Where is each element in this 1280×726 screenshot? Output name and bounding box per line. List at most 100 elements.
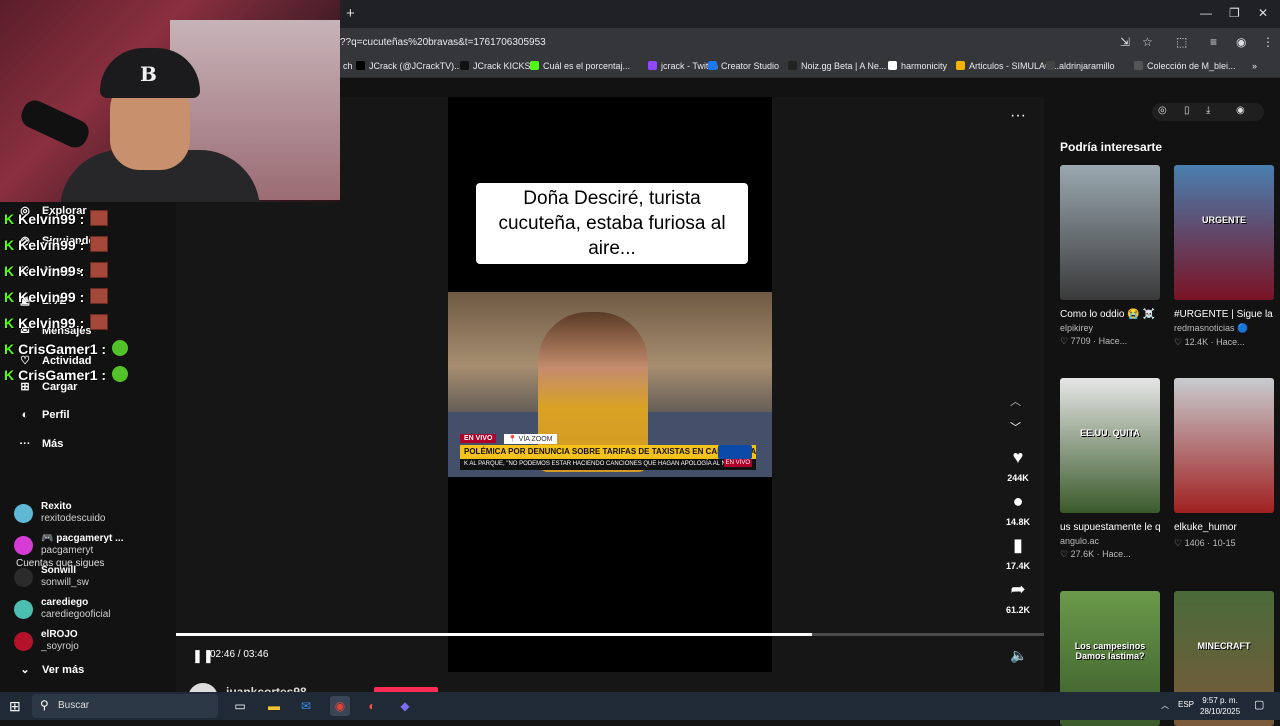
bookmark-item[interactable]: Creator Studio xyxy=(708,61,779,71)
thumbnail-text: EE.UU. QUITA xyxy=(1080,428,1140,438)
emote-icon xyxy=(112,366,129,382)
avatar xyxy=(14,504,33,523)
bookmark-favicon-icon xyxy=(888,61,897,70)
install-icon[interactable]: ⇲ xyxy=(1120,35,1130,49)
windows-start-icon[interactable]: ⊞ xyxy=(9,698,21,715)
chrome-icon[interactable]: ◉ xyxy=(330,696,350,716)
chat-username: Kelvin99 : xyxy=(18,237,85,253)
bookmarks-overflow-button[interactable]: » xyxy=(1252,61,1257,71)
bookmark-item[interactable]: JCrack (@JCrackTV)... xyxy=(356,61,462,71)
bookmark-item[interactable]: Cuál es el porcentaj... xyxy=(530,61,630,71)
tray-chevron-icon[interactable]: ︿ xyxy=(1161,700,1169,711)
card-title: us supuestamente le quita la ayuda a... xyxy=(1060,522,1160,533)
card-stats: ♡ 12.4K · Hace... xyxy=(1174,337,1245,347)
comment-icon: ● xyxy=(1012,491,1024,511)
menu-icon[interactable]: ⋮ xyxy=(1262,35,1274,49)
emote-icon xyxy=(90,314,109,330)
chat-username: Kelvin99 : xyxy=(18,289,85,305)
comment-button[interactable]: ● 14.8K xyxy=(994,491,1042,530)
share-count: 61.2K xyxy=(1005,605,1031,615)
bookmark-label: JCrack (@JCrackTV)... xyxy=(369,61,462,71)
chat-message: K Kelvin99 : xyxy=(4,236,109,260)
sidebar-item-más[interactable]: ··· Más xyxy=(18,438,64,450)
like-button[interactable]: ♥ 244K xyxy=(994,447,1042,486)
account-handle: sonwill_sw xyxy=(41,577,89,588)
discord-icon[interactable]: ◆ xyxy=(395,696,415,716)
outlook-icon[interactable]: ✉ xyxy=(296,696,316,716)
notifications-icon[interactable]: ▢ xyxy=(1254,698,1264,711)
followed-account[interactable]: Sonwill sonwill_sw xyxy=(14,565,174,593)
sidebar-item-perfil[interactable]: ◐ Perfil xyxy=(18,409,70,421)
thumbnail-text: Los campesinos Damos lastima? xyxy=(1074,641,1146,661)
bookmark-item[interactable]: Colección de M_blei... xyxy=(1134,61,1236,71)
device-icon[interactable]: ▯ xyxy=(1184,105,1190,116)
next-video-icon[interactable]: ﹀ xyxy=(1010,419,1021,435)
card-title: #URGENTE | Sigue la tensión en el Carib.… xyxy=(1174,309,1274,320)
chat-username: Kelvin99 : xyxy=(18,211,85,227)
video-thumbnail[interactable]: EE.UU. QUITA xyxy=(1060,378,1160,513)
recommended-video-card[interactable]: Como lo oddio 😭 ☠️ elpikirey ♡ 7709 · Hace… xyxy=(1060,165,1160,347)
share-button[interactable]: ➦ 61.2K xyxy=(994,579,1042,618)
bookmark-label: Cuál es el porcentaj... xyxy=(543,61,631,71)
link-icon[interactable]: ◎ xyxy=(1158,105,1167,116)
see-more-button[interactable]: ⌄ Ver más xyxy=(18,663,84,676)
volume-icon[interactable]: 🔈 xyxy=(1010,647,1027,664)
account-name: 🎮 pacgameryt ... xyxy=(41,533,124,544)
bookmark-favicon-icon xyxy=(956,61,965,70)
thumbnail-text: MINECRAFT xyxy=(1197,641,1251,651)
minimize-button[interactable]: — xyxy=(1200,6,1212,20)
recommended-video-card[interactable]: EE.UU. QUITA us supuestamente le quita la… xyxy=(1060,378,1160,560)
file-explorer-icon[interactable]: ▬ xyxy=(264,696,284,716)
card-user: redmasnoticias 🔵 xyxy=(1174,323,1249,333)
bookmark-item[interactable]: Articulos - SIMULAC... xyxy=(956,61,1059,71)
chat-username: Kelvin99 : xyxy=(18,263,85,279)
close-window-button[interactable]: ✕ xyxy=(1258,6,1268,20)
task-view-icon[interactable]: ▭ xyxy=(230,696,250,716)
bookmark-item[interactable]: JCrack KICKS xyxy=(460,61,531,71)
video-frame[interactable]: Doña Desciré, turista cucuteña, estaba f… xyxy=(448,97,772,672)
account-name: Sonwill xyxy=(41,565,76,576)
followed-account[interactable]: Rexito rexitodescuido xyxy=(14,501,174,529)
obs-icon[interactable]: ◐ xyxy=(362,696,382,716)
progress-bar[interactable] xyxy=(176,633,1044,636)
url-text[interactable]: ??q=cucuteñas%20bravas&t=1761706305953 xyxy=(340,37,546,48)
bookmark-star-icon[interactable]: ☆ xyxy=(1142,35,1153,49)
video-thumbnail[interactable] xyxy=(1060,165,1160,300)
recommendations-title: Podría interesarte xyxy=(1060,140,1163,154)
bookmark-favicon-icon xyxy=(648,61,657,70)
more-options-icon[interactable]: ··· xyxy=(1010,107,1026,125)
followed-account[interactable]: elROJO _soyrojo xyxy=(14,629,174,657)
account-handle: _soyrojo xyxy=(41,641,79,652)
live-badge: EN VIVO xyxy=(460,434,497,443)
video-thumbnail[interactable] xyxy=(1174,378,1274,513)
bookmark-item[interactable]: aldrinjaramillo xyxy=(1046,61,1115,71)
video-thumbnail[interactable]: URGENTE xyxy=(1174,165,1274,300)
bookmark-favicon-icon xyxy=(356,61,365,70)
followed-account[interactable]: 🎮 pacgameryt ... pacgameryt xyxy=(14,533,174,561)
recommended-video-card[interactable]: elkuke_humor ♡ 1406 · 10-15 xyxy=(1174,378,1274,549)
bookmark-item[interactable]: Noiz.gg Beta | A Ne... xyxy=(788,61,886,71)
profile-icon[interactable]: ◉ xyxy=(1236,35,1246,49)
followed-account[interactable]: carediego carediegooficial xyxy=(14,597,174,625)
bookmark-icon: ▮ xyxy=(1013,535,1023,555)
media-icon[interactable]: ≡ xyxy=(1210,35,1217,49)
taskbar-clock[interactable]: 9:57 p. m. 28/10/2025 xyxy=(1200,695,1240,717)
card-title: elkuke_humor xyxy=(1174,522,1237,533)
restore-button[interactable]: ❐ xyxy=(1229,6,1240,20)
recommended-video-card[interactable]: URGENTE #URGENTE | Sigue la tensión en el… xyxy=(1174,165,1274,348)
bookmark-favicon-icon xyxy=(1046,61,1055,70)
new-tab-button[interactable]: + xyxy=(346,5,355,22)
microphone xyxy=(17,96,93,152)
download-icon[interactable]: ⤓ xyxy=(1206,105,1210,116)
bookmark-item[interactable]: harmonicity xyxy=(888,61,947,71)
chat-message: K CrisGamer1 : xyxy=(4,366,129,390)
shield-icon[interactable]: ◉ xyxy=(1236,105,1245,116)
see-more-label: Ver más xyxy=(42,664,85,676)
sidebar-item-label: Más xyxy=(42,438,64,450)
kick-badge-icon: K xyxy=(4,289,15,305)
extensions-icon[interactable]: ⬚ xyxy=(1176,35,1187,49)
taskbar-search[interactable]: ⚲ Buscar xyxy=(32,694,218,718)
save-button[interactable]: ▮ 17.4K xyxy=(994,535,1042,574)
language-indicator[interactable]: ESP xyxy=(1178,700,1194,709)
previous-video-icon[interactable]: ︿ xyxy=(1010,393,1021,409)
